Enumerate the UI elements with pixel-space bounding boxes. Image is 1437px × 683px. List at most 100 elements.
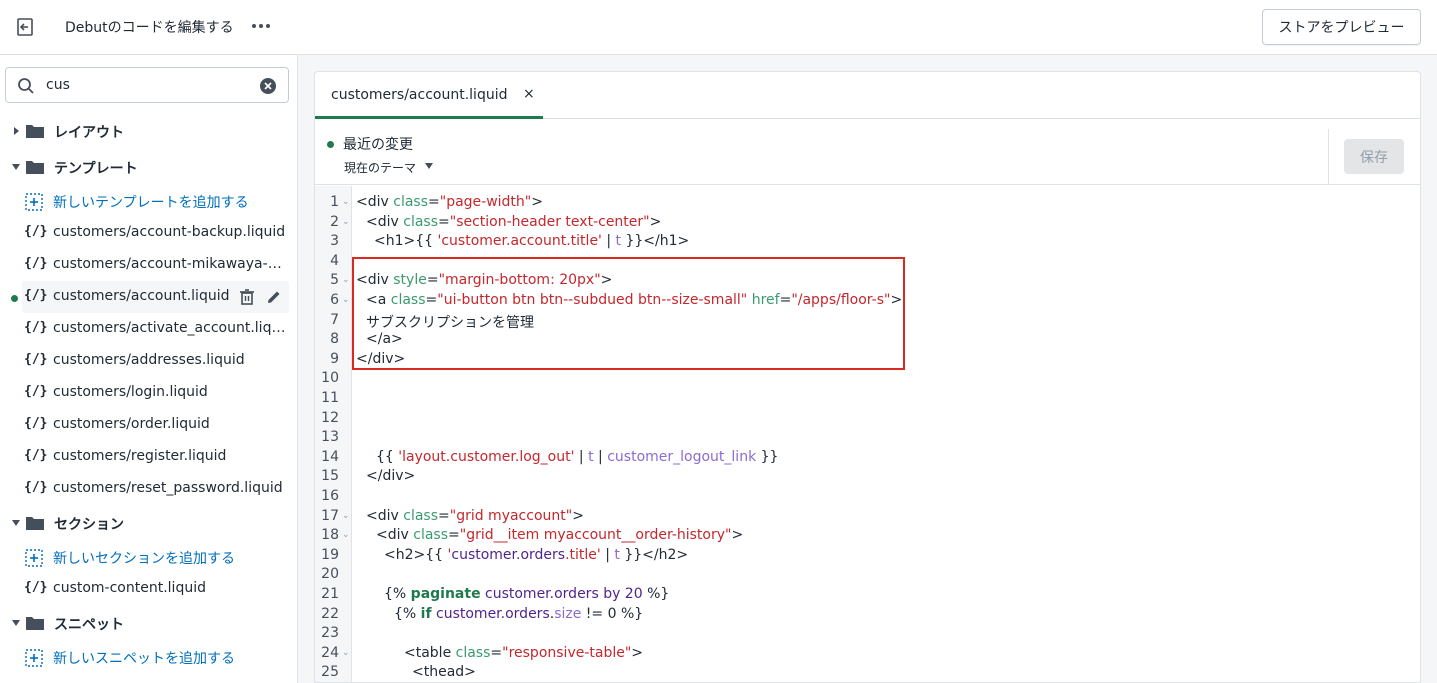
tab-label: customers/account.liquid <box>331 87 508 103</box>
folder-templates[interactable]: テンプレート <box>0 151 298 183</box>
fold-chevron-icon[interactable]: ⌄ <box>342 530 350 540</box>
fold-chevron-icon[interactable]: ⌄ <box>342 275 350 285</box>
code-text: <h2>{{ 'customer.orders.title' | t }}</h… <box>384 546 689 563</box>
file-item[interactable]: {/} customers/register.liquid <box>0 441 298 473</box>
add-file-icon <box>25 193 43 211</box>
caret-down-icon <box>12 520 20 526</box>
more-horizontal-icon[interactable] <box>250 14 272 36</box>
add-section-link[interactable]: 新しいセクションを追加する <box>0 541 298 573</box>
liquid-file-icon: {/} <box>24 416 48 431</box>
theme-selector[interactable]: 現在のテーマ <box>344 159 416 176</box>
folder-icon <box>26 125 44 138</box>
trash-icon[interactable] <box>238 288 256 306</box>
liquid-file-icon: {/} <box>24 480 48 495</box>
file-item[interactable]: {/} customers/account-backup.liquid <box>0 217 298 249</box>
code-line[interactable]: 14 {{ 'layout.customer.log_out' | t | cus… <box>315 448 1420 469</box>
line-number: 23 <box>321 625 339 642</box>
code-text: {% paginate customer.orders by 20 %} <box>384 586 670 602</box>
line-number: 2 <box>330 213 339 230</box>
code-text: <h1>{{ 'customer.account.title' | t }}</… <box>374 233 690 250</box>
file-label: customers/register.liquid <box>53 448 227 464</box>
highlight-annotation <box>352 257 905 370</box>
code-line[interactable]: 3 <h1>{{ 'customer.account.title' | t }}<… <box>315 233 1420 253</box>
code-line[interactable]: 18 ⌄ <div class="grid__item myaccount__ord… <box>315 527 1420 547</box>
file-item[interactable]: {/} customers/reset_password.liquid <box>0 473 298 505</box>
code-line[interactable]: 12 <box>315 410 1420 430</box>
code-line[interactable]: 22 {% if customer.orders.size != 0 %} <box>315 606 1420 626</box>
code-line[interactable]: 15 </div> <box>315 468 1420 488</box>
file-label: customers/account.liquid <box>53 288 230 304</box>
folder-label: スニペット <box>54 617 124 633</box>
caret-down-icon <box>12 164 20 170</box>
close-icon[interactable]: × <box>523 86 535 102</box>
caret-down-icon <box>12 620 20 626</box>
search-field[interactable] <box>5 67 289 103</box>
code-line[interactable]: 10 <box>315 370 1420 390</box>
folder-layout[interactable]: レイアウト <box>0 115 298 147</box>
chevron-down-icon[interactable] <box>424 162 434 170</box>
file-item-active[interactable]: {/} customers/account.liquid <box>22 281 289 313</box>
code-text: <div class="page-width"> <box>356 194 543 210</box>
code-line[interactable]: 11 <box>315 390 1420 410</box>
code-line[interactable]: 25 <thead> <box>315 664 1420 682</box>
store-preview-button[interactable]: ストアをプレビュー <box>1262 9 1421 45</box>
save-button[interactable]: 保存 <box>1344 139 1404 174</box>
line-number: 9 <box>330 350 339 367</box>
exit-icon[interactable] <box>14 16 36 38</box>
liquid-file-icon: {/} <box>24 448 48 463</box>
search-icon <box>18 78 34 94</box>
editor-tabbar: customers/account.liquid × <box>315 72 1420 119</box>
code-line[interactable]: 1 ⌄ <div class="page-width"> <box>315 194 1420 214</box>
code-line[interactable]: 24 ⌄ <table class="responsive-table"> <box>315 645 1420 665</box>
line-number: 16 <box>321 488 339 504</box>
fold-chevron-icon[interactable]: ⌄ <box>342 217 350 227</box>
line-number: 14 <box>321 448 339 465</box>
code-line[interactable]: 2 ⌄ <div class="section-header text-center… <box>315 213 1420 234</box>
fold-chevron-icon[interactable]: ⌄ <box>342 648 350 658</box>
code-text: <div class="grid__item myaccount__order-… <box>376 527 744 544</box>
clear-circle-icon[interactable] <box>259 77 277 95</box>
code-line[interactable]: 17 ⌄ <div class="grid myaccount"> <box>315 508 1420 528</box>
code-line[interactable]: 16 <box>315 488 1420 508</box>
file-item[interactable]: {/} customers/activate_account.liquid <box>0 313 298 345</box>
file-item[interactable]: {/} customers/login.liquid <box>0 377 298 409</box>
code-line[interactable]: 20 <box>315 566 1420 586</box>
line-number: 8 <box>330 331 339 348</box>
file-label: customers/addresses.liquid <box>53 352 245 368</box>
folder-icon <box>26 161 44 174</box>
folder-snippets[interactable]: スニペット <box>0 607 298 639</box>
add-snippet-link[interactable]: 新しいスニペットを追加する <box>0 641 298 673</box>
fold-chevron-icon[interactable]: ⌄ <box>342 511 350 521</box>
code-editor-panel: customers/account.liquid × 最近の変更 現在のテーマ … <box>314 71 1421 683</box>
file-item[interactable]: {/} custom-content.liquid <box>0 573 298 605</box>
code-line[interactable]: 23 <box>315 625 1420 645</box>
line-number: 19 <box>321 546 339 563</box>
folder-sections[interactable]: セクション <box>0 507 298 539</box>
code-line[interactable]: 13 <box>315 429 1420 449</box>
divider <box>1328 129 1329 185</box>
caret-right-icon <box>14 127 19 135</box>
folder-icon <box>26 617 44 630</box>
tab-account-liquid[interactable]: customers/account.liquid × <box>315 72 543 119</box>
code-text: {{ 'layout.customer.log_out' | t | custo… <box>376 448 779 465</box>
code-text: <thead> <box>412 664 476 681</box>
add-template-link[interactable]: 新しいテンプレートを追加する <box>0 185 298 217</box>
fold-chevron-icon[interactable]: ⌄ <box>342 295 350 305</box>
line-number: 3 <box>330 233 339 250</box>
code-area[interactable]: 1 ⌄ <div class="page-width"> 2 ⌄ <div class="… <box>315 186 1420 682</box>
code-line[interactable]: 19 <h2>{{ 'customer.orders.title' | t }}<… <box>315 546 1420 567</box>
line-number: 11 <box>321 390 339 406</box>
pencil-icon[interactable] <box>265 288 283 306</box>
fold-chevron-icon[interactable]: ⌄ <box>342 197 350 207</box>
file-item[interactable]: {/} customers/order.liquid <box>0 409 298 441</box>
liquid-file-icon: {/} <box>24 256 48 271</box>
search-input[interactable] <box>46 74 246 96</box>
file-item[interactable]: {/} customers/account-mikawaya-backup.li… <box>0 249 298 281</box>
liquid-file-icon: {/} <box>24 384 48 399</box>
code-line[interactable]: 21 {% paginate customer.orders by 20 %} <box>315 586 1420 606</box>
recent-changes-label[interactable]: 最近の変更 <box>343 134 413 154</box>
add-file-icon <box>25 649 43 667</box>
file-item[interactable]: {/} customers/addresses.liquid <box>0 345 298 377</box>
line-number: 13 <box>321 429 339 446</box>
line-number: 15 <box>321 468 339 485</box>
